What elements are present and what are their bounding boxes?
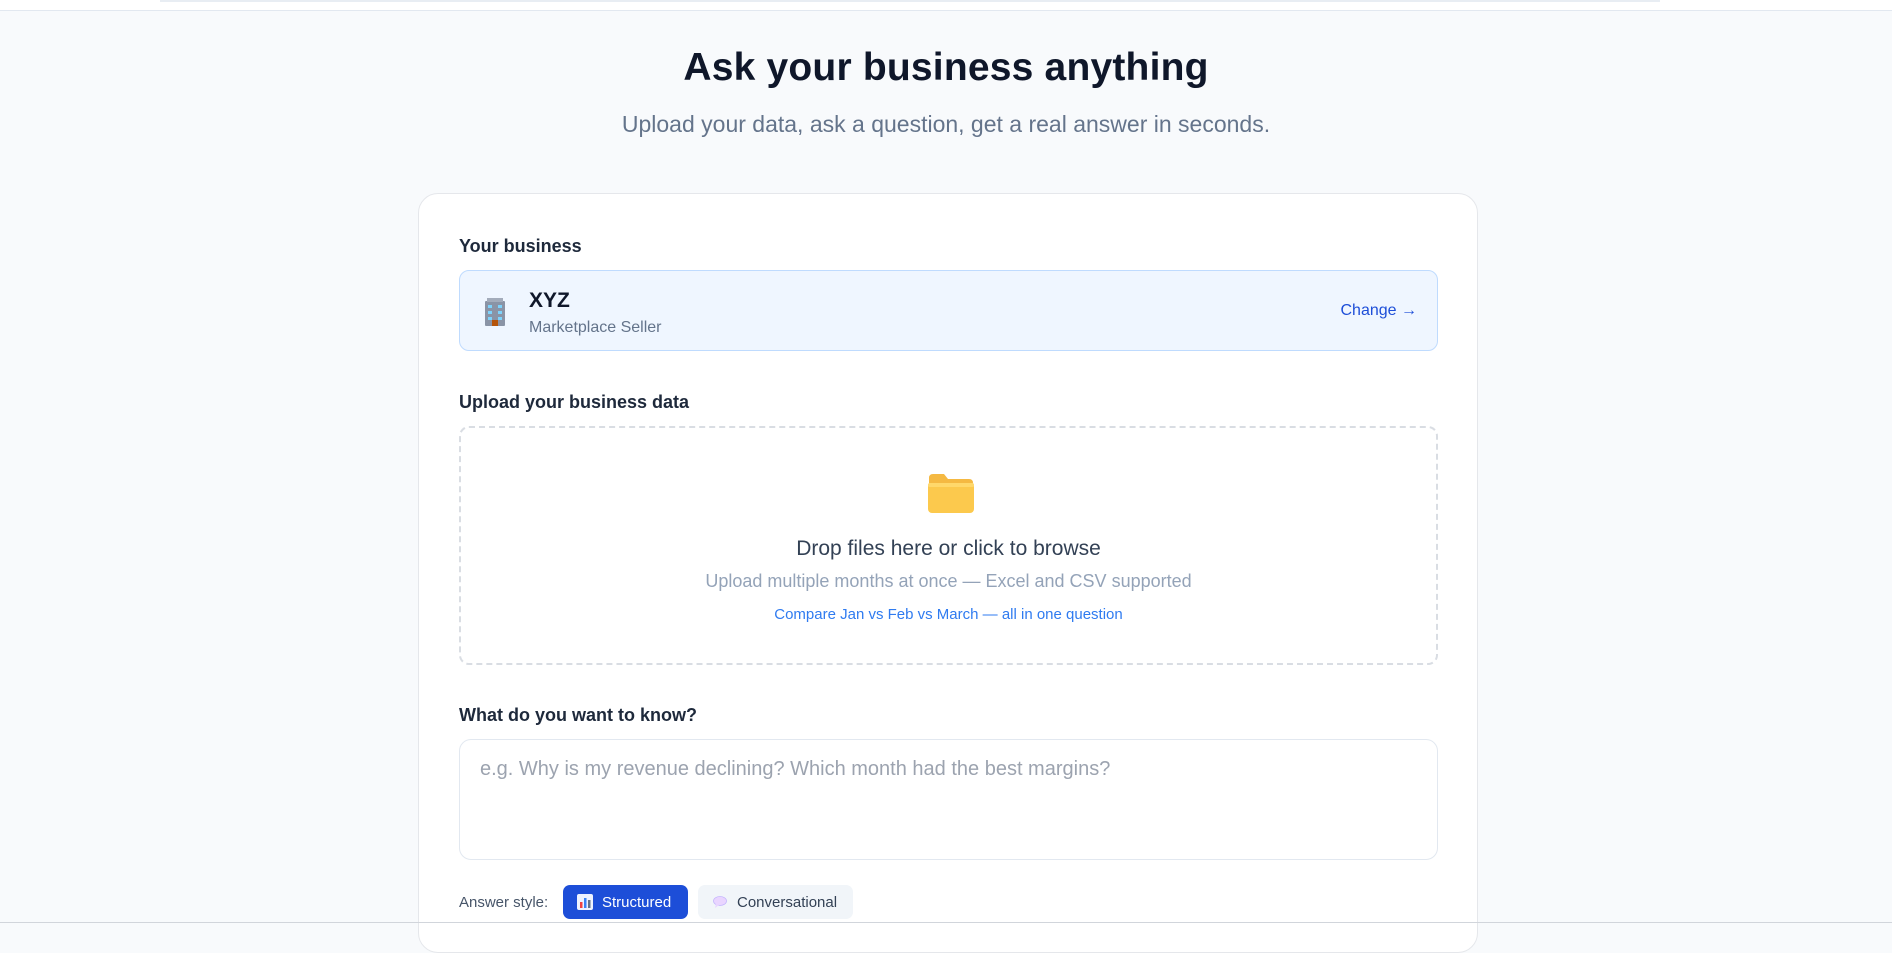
drop-zone-title: Drop files here or click to browse: [796, 537, 1101, 560]
structured-style-button[interactable]: Structured: [563, 885, 688, 919]
change-business-link[interactable]: Change →: [1341, 302, 1418, 320]
main-card: Your business XYZ Marketplace Seller Cha…: [418, 193, 1478, 953]
top-bar: [0, 0, 1892, 11]
answer-style-label: Answer style:: [459, 894, 549, 911]
top-bar-strip: [160, 0, 1660, 2]
bar-chart-icon: [577, 894, 593, 910]
structured-style-label: Structured: [602, 893, 672, 911]
question-input[interactable]: [459, 739, 1438, 860]
page-subtitle: Upload your data, ask a question, get a …: [621, 111, 1271, 137]
conversational-style-label: Conversational: [737, 893, 838, 911]
question-section-label: What do you want to know?: [459, 705, 697, 725]
speech-bubble-icon: [712, 894, 728, 910]
drop-zone-subtitle: Upload multiple months at once — Excel a…: [705, 571, 1192, 591]
page-title: Ask your business anything: [683, 46, 1209, 89]
upload-section-label: Upload your business data: [459, 392, 690, 412]
business-name: XYZ: [529, 289, 570, 312]
business-type: Marketplace Seller: [529, 319, 662, 336]
folder-icon: [927, 472, 975, 514]
business-selector: XYZ Marketplace Seller Change →: [459, 270, 1438, 351]
business-section-label: Your business: [459, 236, 582, 256]
office-building-icon: [482, 298, 508, 326]
conversational-style-button[interactable]: Conversational: [698, 885, 853, 919]
drop-zone-hint: Compare Jan vs Feb vs March — all in one…: [774, 606, 1123, 623]
file-drop-zone[interactable]: Drop files here or click to browse Uploa…: [459, 426, 1438, 665]
